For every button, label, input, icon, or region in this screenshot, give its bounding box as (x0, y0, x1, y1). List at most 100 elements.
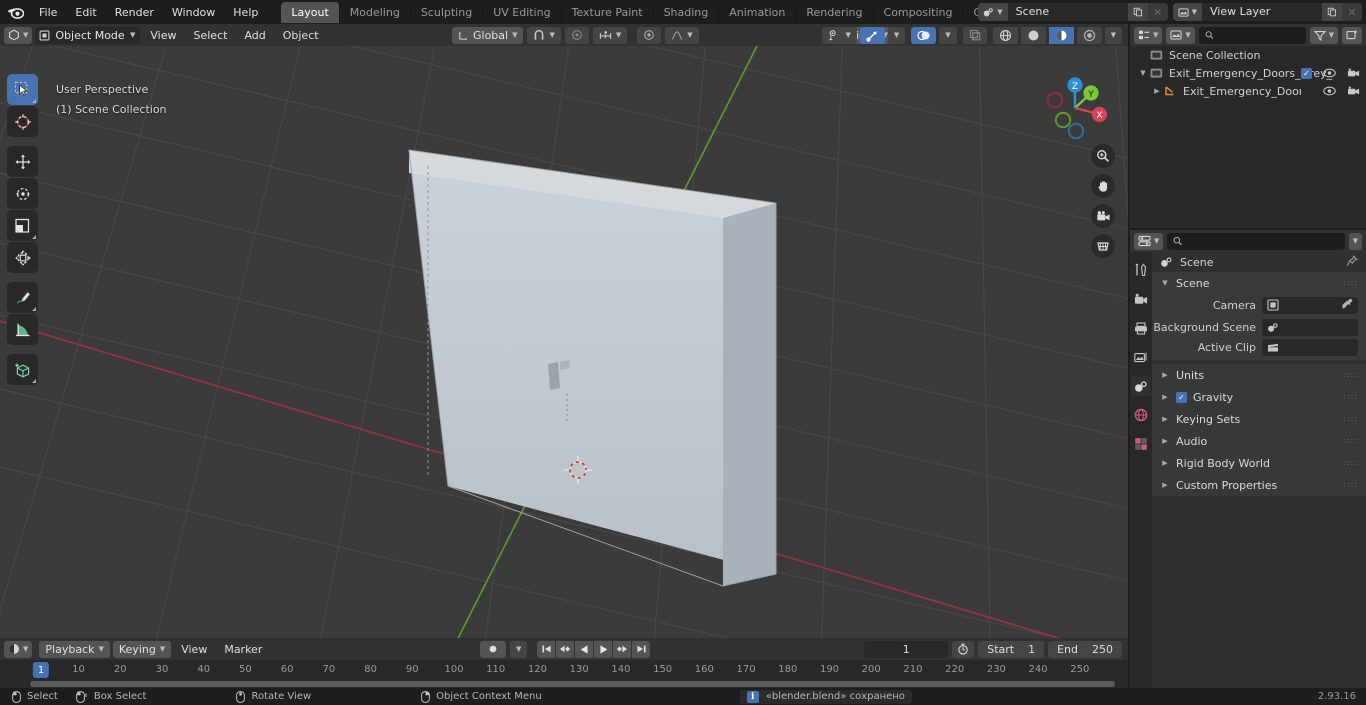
workspace-tab-modeling[interactable]: Modeling (340, 1, 411, 23)
timeline-ruler[interactable]: 10 20 30 40 50 60 70 80 90 100 110 120 130 140 150 160 1… (0, 660, 1128, 682)
jump-to-next-keyframe-button[interactable] (613, 640, 632, 658)
cursor-tool[interactable] (7, 106, 38, 137)
add-cube-tool[interactable] (7, 354, 38, 385)
falloff-selector[interactable]: ▼ (665, 26, 699, 44)
menu-help[interactable]: Help (224, 3, 267, 22)
disclosure-triangle-closed[interactable]: ▶ (1160, 437, 1170, 445)
panel-keying-sets-header[interactable]: ▶ Keying Sets :::: (1152, 408, 1366, 430)
duplicate-view-layer-icon[interactable] (1322, 3, 1342, 21)
new-collection-button[interactable] (1342, 26, 1362, 44)
workspace-tab-compositing[interactable]: Compositing (874, 1, 964, 23)
jump-to-end-button[interactable] (632, 640, 651, 658)
properties-search-box[interactable] (1167, 232, 1345, 250)
camera-render-visibility-icon[interactable] (1347, 86, 1360, 96)
properties-tab-scene[interactable] (1131, 376, 1151, 396)
shading-options-dropdown[interactable]: ▼ (1104, 26, 1122, 44)
viewport-menu-select[interactable]: Select (187, 29, 235, 42)
unlink-scene-icon[interactable]: ✕ (1147, 3, 1168, 21)
disclosure-triangle-closed[interactable]: ▶ (1160, 371, 1170, 379)
view-layer-icon[interactable]: ▼ (1172, 3, 1202, 21)
rotate-tool[interactable] (7, 178, 38, 209)
3d-viewport[interactable]: User Perspective (1) Scene Collection Z … (0, 46, 1128, 638)
properties-tab-view-layer[interactable] (1131, 347, 1151, 367)
menu-file[interactable]: File (30, 3, 66, 22)
scene-icon[interactable]: ▼ (978, 3, 1008, 21)
panel-custom-properties-header[interactable]: ▶ Custom Properties :::: (1152, 474, 1366, 496)
zoom-icon[interactable] (1091, 144, 1115, 168)
scene-name[interactable]: Scene (1007, 3, 1128, 21)
duplicate-icon[interactable] (1127, 3, 1148, 21)
transform-tool[interactable] (7, 242, 38, 273)
timeline-menu-keying[interactable]: Keying ▼ (112, 640, 172, 658)
editor-type-timeline-icon[interactable]: ▼ (4, 640, 33, 658)
timeline-horizontal-scrollbar[interactable] (30, 681, 1115, 687)
disclosure-triangle-closed[interactable]: ▶ (1160, 393, 1170, 401)
timeline-menu-marker[interactable]: Marker (217, 643, 269, 656)
jump-to-start-button[interactable] (537, 640, 556, 658)
background-scene-field[interactable] (1262, 318, 1358, 336)
disclosure-triangle-open[interactable]: ▼ (1160, 279, 1170, 287)
auto-keying-toggle[interactable] (480, 640, 506, 658)
mode-selector[interactable]: Object Mode ▼ (35, 26, 141, 44)
menu-render[interactable]: Render (106, 3, 163, 22)
play-reverse-button[interactable] (575, 640, 594, 658)
active-clip-field[interactable] (1262, 338, 1358, 356)
auto-keying-options-dropdown[interactable]: ▼ (510, 640, 528, 658)
overlays-toggle[interactable] (911, 26, 937, 44)
panel-audio-header[interactable]: ▶ Audio :::: (1152, 430, 1366, 452)
properties-options-dropdown[interactable]: ▼ (1348, 232, 1362, 250)
workspace-tab-animation[interactable]: Animation (719, 1, 797, 23)
status-message[interactable]: i «blender.blend» сохранено (739, 689, 912, 704)
disclosure-triangle-closed[interactable]: ▶ (1150, 87, 1164, 95)
pan-hand-icon[interactable] (1091, 174, 1115, 198)
view-layer-name[interactable]: View Layer (1202, 3, 1322, 21)
camera-render-visibility-icon[interactable] (1347, 68, 1360, 78)
snap-target-selector[interactable]: ▼ (592, 26, 628, 44)
object-types-visibility-button[interactable]: ▼ (822, 26, 857, 44)
camera-field[interactable] (1262, 296, 1358, 314)
gravity-checkbox[interactable]: ✓ (1176, 391, 1187, 403)
outliner-row-collection[interactable]: ▼ Exit_Emergency_Doors_Grey_ ✓ (1130, 64, 1366, 82)
properties-tab-texture[interactable] (1131, 434, 1151, 454)
shading-solid-button[interactable] (1020, 26, 1046, 44)
tweak-select-box-tool[interactable] (7, 74, 38, 105)
timeline-menu-view[interactable]: View (174, 643, 214, 656)
view-layer-datablock[interactable]: ▼ View Layer ✕ (1172, 3, 1362, 21)
scale-tool[interactable] (7, 210, 38, 241)
outliner-filter-button[interactable]: ▼ (1309, 26, 1338, 44)
unlink-view-layer-icon[interactable]: ✕ (1342, 3, 1362, 21)
workspace-tab-sculpting[interactable]: Sculpting (411, 1, 484, 23)
snapping-toggle[interactable]: ▼ (527, 26, 561, 44)
disclosure-triangle-closed[interactable]: ▶ (1160, 481, 1170, 489)
xray-toggle[interactable] (962, 26, 987, 44)
overlays-options-dropdown[interactable]: ▼ (939, 26, 957, 44)
workspace-tab-layout[interactable]: Layout (281, 1, 340, 23)
workspace-tab-shading[interactable]: Shading (654, 1, 720, 23)
collection-checkbox[interactable]: ✓ (1301, 67, 1312, 79)
camera-view-icon[interactable] (1091, 204, 1115, 228)
eye-icon[interactable] (1323, 86, 1336, 96)
viewport-menu-add[interactable]: Add (237, 29, 272, 42)
move-tool[interactable] (7, 146, 38, 177)
blender-logo-icon[interactable] (0, 5, 30, 19)
shading-rendered-button[interactable] (1076, 26, 1102, 44)
properties-tab-tool[interactable] (1131, 260, 1151, 280)
workspace-tab-rendering[interactable]: Rendering (796, 1, 874, 23)
navigation-gizmo[interactable]: Z Y X (1035, 68, 1115, 148)
properties-tab-output[interactable] (1131, 318, 1151, 338)
menu-window[interactable]: Window (163, 3, 224, 22)
editor-type-3d-icon[interactable]: ▼ (4, 26, 33, 44)
toggle-orthographic-icon[interactable] (1091, 234, 1115, 258)
timeline-menu-playback[interactable]: Playback ▼ (39, 640, 110, 658)
use-preview-range-button[interactable] (952, 640, 975, 658)
transform-orientation-selector[interactable]: Global ▼ (452, 26, 524, 44)
scene-datablock[interactable]: ▼ Scene ✕ (978, 3, 1168, 21)
pin-icon[interactable] (1346, 254, 1358, 270)
editor-type-properties-icon[interactable]: ▼ (1134, 232, 1164, 250)
menu-edit[interactable]: Edit (66, 3, 105, 22)
viewport-menu-view[interactable]: View (143, 29, 183, 42)
properties-tab-render[interactable] (1131, 289, 1151, 309)
measure-tool[interactable] (7, 314, 38, 345)
properties-search-input[interactable] (1186, 234, 1339, 248)
gizmo-options-dropdown[interactable]: ▼ (887, 26, 906, 44)
